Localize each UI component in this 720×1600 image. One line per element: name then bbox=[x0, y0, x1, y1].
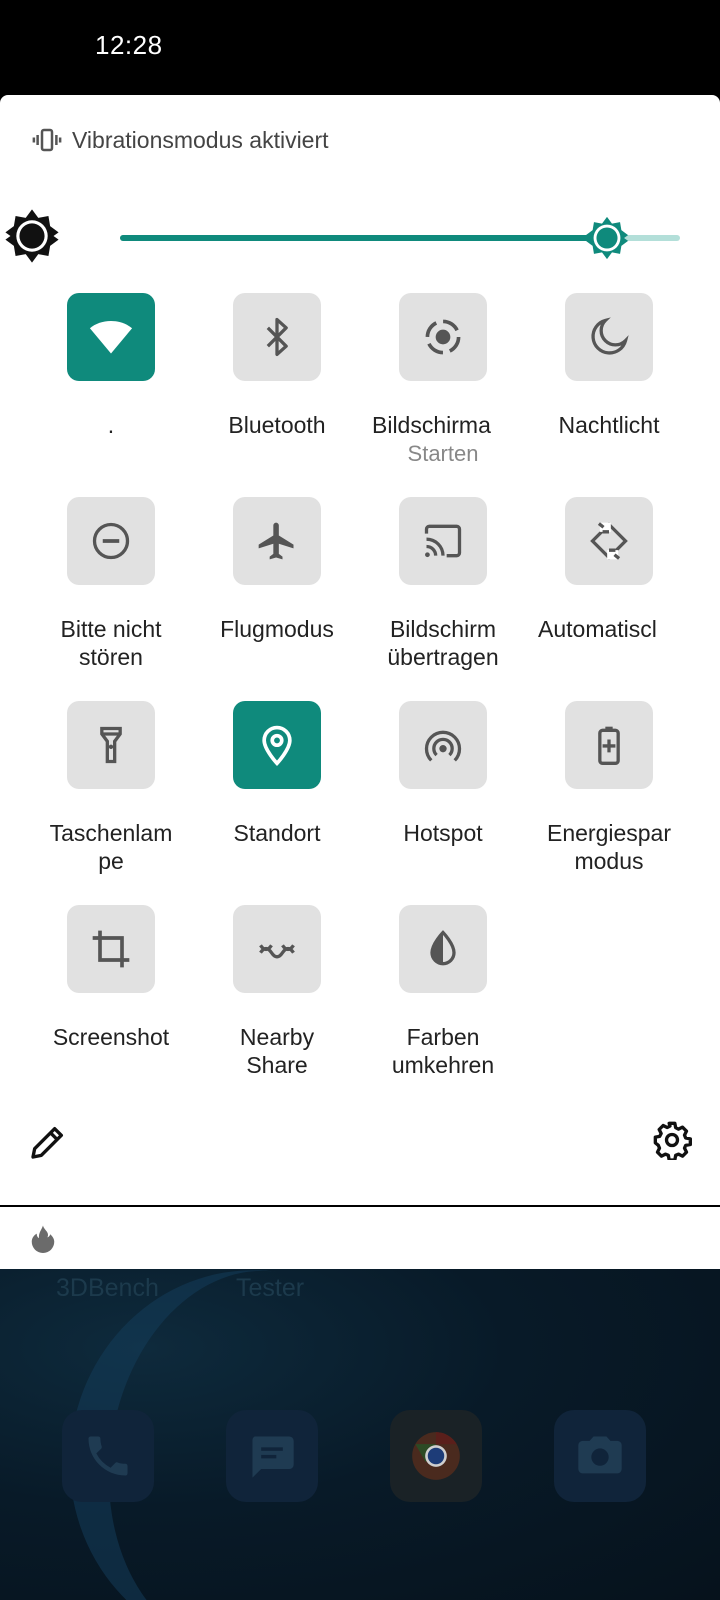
wifi-icon bbox=[89, 321, 133, 354]
tile-label: Screenshot bbox=[52, 1024, 170, 1050]
tile-button[interactable] bbox=[565, 497, 653, 585]
nearby-share-icon bbox=[259, 944, 295, 959]
quick-settings-panel: Vibrationsmodus aktiviert . Bluetooth Bi… bbox=[0, 95, 720, 1205]
bluetooth-icon bbox=[266, 317, 288, 357]
tile-label: Bitte nicht stören bbox=[60, 616, 162, 670]
brightness-icon bbox=[5, 209, 59, 263]
phone-icon[interactable] bbox=[62, 1410, 154, 1502]
home-screen-wallpaper: 3DBench Tester bbox=[0, 1240, 720, 1600]
pencil-icon[interactable] bbox=[28, 1122, 68, 1162]
app-label-tester[interactable]: Tester bbox=[236, 1274, 304, 1303]
tile-label: Nearby Share bbox=[239, 1024, 315, 1078]
tile-button[interactable] bbox=[67, 701, 155, 789]
tile-screen-record[interactable]: Bildschirma Starten bbox=[360, 293, 526, 469]
cast-icon bbox=[424, 524, 462, 558]
tile-button[interactable] bbox=[233, 905, 321, 993]
location-icon bbox=[262, 725, 292, 767]
tile-location[interactable]: Standort bbox=[194, 701, 360, 847]
battery-saver-icon bbox=[598, 726, 620, 765]
tile-battery-saver[interactable]: Energiespar modus bbox=[526, 701, 692, 875]
gear-icon[interactable] bbox=[652, 1120, 692, 1160]
vibrate-icon bbox=[32, 128, 62, 152]
tile-button[interactable] bbox=[233, 293, 321, 381]
tile-button[interactable] bbox=[399, 905, 487, 993]
app-label-3dbench[interactable]: 3DBench bbox=[56, 1274, 159, 1303]
camera-icon[interactable] bbox=[554, 1410, 646, 1502]
vibration-notice[interactable]: Vibrationsmodus aktiviert bbox=[32, 125, 329, 155]
clock: 12:28 bbox=[95, 30, 163, 60]
tile-nearby-share[interactable]: Nearby Share bbox=[194, 905, 360, 1079]
tile-label: Energiespar modus bbox=[546, 820, 672, 874]
tile-label: . bbox=[107, 412, 115, 438]
invert-colors-icon bbox=[430, 930, 456, 966]
tile-button[interactable] bbox=[399, 293, 487, 381]
tile-label: Standort bbox=[233, 820, 321, 846]
tile-label: Farben umkehren bbox=[391, 1024, 495, 1078]
moon-icon bbox=[591, 317, 629, 355]
tile-label: Automatiscl bbox=[538, 616, 657, 642]
tile-label: Flugmodus bbox=[220, 616, 334, 642]
tile-label: Taschenlam pe bbox=[49, 820, 173, 874]
tile-button[interactable] bbox=[565, 701, 653, 789]
rotate-icon bbox=[590, 522, 628, 560]
hotspot-icon bbox=[424, 730, 462, 762]
tile-button[interactable] bbox=[565, 293, 653, 381]
messages-icon[interactable] bbox=[226, 1410, 318, 1502]
tile-auto-rotate[interactable]: Automatiscl bbox=[526, 497, 692, 643]
tile-dnd[interactable]: Bitte nicht stören bbox=[28, 497, 194, 671]
tile-button[interactable] bbox=[67, 293, 155, 381]
screen-record-icon bbox=[425, 319, 461, 355]
crop-icon bbox=[92, 930, 130, 968]
tile-night-light[interactable]: Nachtlicht bbox=[526, 293, 692, 439]
tile-flashlight[interactable]: Taschenlam pe bbox=[28, 701, 194, 875]
tile-sublabel: Starten bbox=[407, 441, 479, 466]
tile-label: Hotspot bbox=[403, 820, 483, 846]
notification-strip[interactable] bbox=[0, 1207, 720, 1269]
tile-button[interactable] bbox=[67, 905, 155, 993]
tile-button[interactable] bbox=[399, 497, 487, 585]
chrome-icon[interactable] bbox=[390, 1410, 482, 1502]
tile-button[interactable] bbox=[233, 701, 321, 789]
status-bar: 12:28 bbox=[0, 0, 720, 95]
tile-bluetooth[interactable]: Bluetooth bbox=[194, 293, 360, 439]
brightness-thumb-icon[interactable] bbox=[584, 215, 630, 261]
tile-label: Bildschirm übertragen bbox=[387, 616, 499, 670]
tile-label: Nachtlicht bbox=[558, 412, 660, 438]
tile-wifi[interactable]: . bbox=[28, 293, 194, 439]
app-notification-icon bbox=[31, 1225, 55, 1253]
flashlight-icon bbox=[100, 726, 122, 764]
tile-button[interactable] bbox=[233, 497, 321, 585]
tile-label: Bildschirma bbox=[372, 412, 491, 438]
airplane-icon bbox=[258, 522, 294, 560]
do-not-disturb-icon bbox=[92, 522, 130, 560]
tile-hotspot[interactable]: Hotspot bbox=[360, 701, 526, 847]
tile-airplane[interactable]: Flugmodus bbox=[194, 497, 360, 643]
tile-button[interactable] bbox=[67, 497, 155, 585]
tile-button[interactable] bbox=[399, 701, 487, 789]
tile-invert-colors[interactable]: Farben umkehren bbox=[360, 905, 526, 1079]
tile-cast[interactable]: Bildschirm übertragen bbox=[360, 497, 526, 671]
tile-label: Bluetooth bbox=[228, 412, 326, 438]
vibration-text: Vibrationsmodus aktiviert bbox=[72, 126, 329, 153]
slider-track-fill bbox=[120, 235, 608, 241]
tile-screenshot[interactable]: Screenshot bbox=[28, 905, 194, 1051]
